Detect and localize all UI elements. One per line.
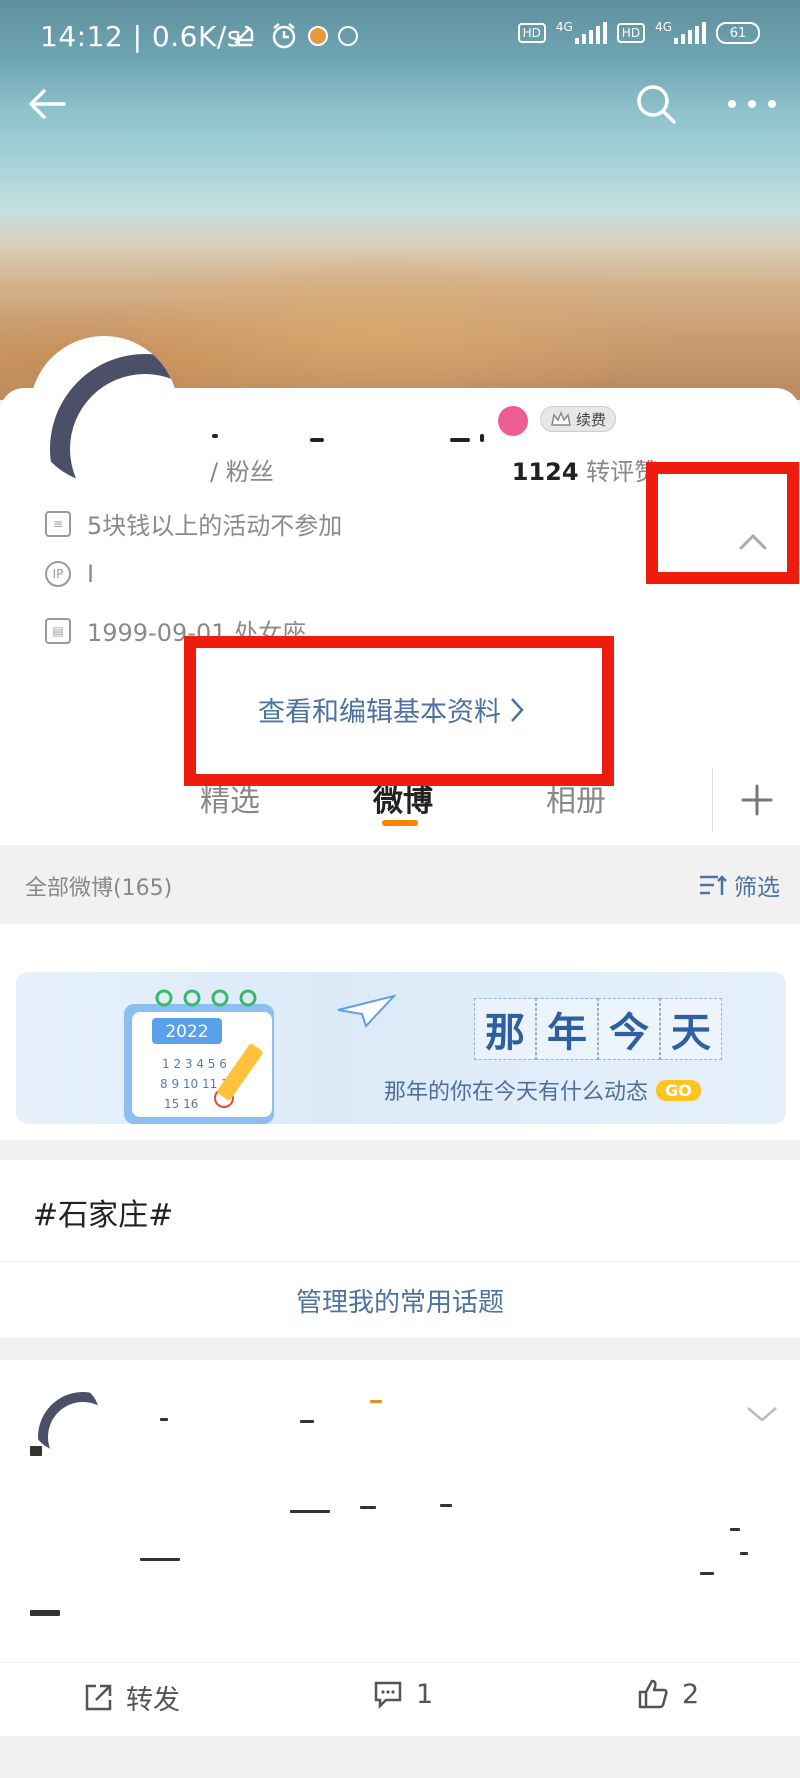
frequent-topics-section: #石家庄# 管理我的常用话题 xyxy=(0,1160,800,1338)
hd-icon-2: HD xyxy=(616,23,646,43)
interactions-count: 1124 xyxy=(511,458,579,486)
vip-renew-badge[interactable]: 续费 xyxy=(540,406,616,432)
ip-location-icon: IP xyxy=(45,561,71,587)
hd-icon: HD xyxy=(517,23,546,43)
ip-row: IP I xyxy=(45,560,94,588)
active-tab-indicator xyxy=(382,820,418,826)
weibo-post-card: 转发 1 2 xyxy=(0,1360,800,1736)
svg-text:15 16: 15 16 xyxy=(164,1097,198,1111)
title-char-1: 那 xyxy=(474,998,536,1060)
vip-renew-label: 续费 xyxy=(575,410,606,429)
add-tab-plus-icon[interactable] xyxy=(712,768,800,832)
on-this-day-banner[interactable]: 2022 1 2 3 4 5 6 8 9 10 11 12 15 16 那 年 … xyxy=(16,972,786,1124)
signal-icon-2 xyxy=(674,22,706,44)
app-notification-icon-2 xyxy=(338,26,358,46)
calendar-illustration: 2022 1 2 3 4 5 6 8 9 10 11 12 15 16 xyxy=(124,989,274,1124)
title-char-4: 天 xyxy=(660,998,722,1060)
network-type-1: 4G xyxy=(555,20,573,34)
verified-badge-icon[interactable] xyxy=(498,406,528,436)
followers-label: / 粉丝 xyxy=(210,458,274,486)
filter-icon xyxy=(700,875,727,895)
comment-button[interactable]: 1 xyxy=(372,1678,433,1710)
filter-label: 筛选 xyxy=(734,875,780,901)
svg-text:1 2 3 4 5 6: 1 2 3 4 5 6 xyxy=(162,1057,227,1071)
thumbs-up-icon xyxy=(638,1679,668,1709)
bio-icon: ≡ xyxy=(45,510,71,537)
status-icons-left xyxy=(230,22,358,50)
manage-topics-link[interactable]: 管理我的常用话题 xyxy=(0,1282,800,1319)
all-weibo-count: 全部微博(165) xyxy=(25,876,173,901)
signal-icon xyxy=(574,22,607,44)
feed-gap xyxy=(0,1736,800,1778)
title-char-2: 年 xyxy=(536,998,598,1060)
banner-subtitle: 那年的你在今天有什么动态 xyxy=(384,1080,649,1105)
calendar-year: 2022 xyxy=(165,1022,208,1042)
topic-tag[interactable]: #石家庄# xyxy=(33,1190,173,1234)
profile-stats[interactable]: / 粉丝 1124 转评赞 xyxy=(210,452,658,487)
repost-label: 转发 xyxy=(126,1685,180,1716)
more-options-icon[interactable] xyxy=(722,80,782,128)
status-time: 14:12 | 0.6K/s xyxy=(40,20,242,53)
status-icons-right: HD 4G HD 4G 61 xyxy=(517,20,760,44)
status-bar: 14:12 | 0.6K/s HD 4G HD 4G 61 xyxy=(0,0,800,74)
battery-icon: 61 xyxy=(716,22,760,44)
repost-icon xyxy=(85,1684,112,1710)
banner-subtitle-row: 那年的你在今天有什么动态 GO xyxy=(384,1074,701,1106)
crown-icon xyxy=(551,411,571,426)
repost-button[interactable]: 转发 xyxy=(82,1678,180,1717)
avatar[interactable] xyxy=(30,336,178,484)
bio-text: 5块钱以上的活动不参加 xyxy=(87,512,343,540)
ip-text: I xyxy=(87,560,95,588)
highlight-box-edit-profile xyxy=(184,636,614,786)
like-button[interactable]: 2 xyxy=(636,1678,699,1710)
bio-row: ≡ 5块钱以上的活动不参加 xyxy=(45,506,342,541)
post-menu-chevron-icon[interactable] xyxy=(745,1404,779,1424)
banner-section: 2022 1 2 3 4 5 6 8 9 10 11 12 15 16 那 年 … xyxy=(0,924,800,1140)
back-arrow-icon[interactable] xyxy=(24,80,72,128)
alarm-clock-icon xyxy=(272,23,296,49)
paper-plane-icon xyxy=(337,994,396,1028)
like-count: 2 xyxy=(682,1678,700,1710)
mute-alarm-icon xyxy=(234,25,254,47)
post-divider xyxy=(0,1662,800,1663)
comment-count: 1 xyxy=(416,1678,434,1710)
title-char-3: 今 xyxy=(598,998,660,1060)
divider xyxy=(0,1261,800,1262)
feed-filter-bar: 全部微博(165) 筛选 xyxy=(0,848,800,924)
search-icon[interactable] xyxy=(632,80,680,128)
app-notification-icon xyxy=(308,26,328,46)
go-button[interactable]: GO xyxy=(656,1079,701,1101)
highlight-box-collapse xyxy=(646,462,799,584)
on-this-day-title: 那 年 今 天 xyxy=(474,998,722,1060)
network-type-2: 4G xyxy=(655,20,672,34)
calendar-icon: ▤ xyxy=(45,617,71,644)
filter-button[interactable]: 筛选 xyxy=(698,868,780,902)
comment-icon xyxy=(374,1681,402,1710)
post-author-avatar[interactable] xyxy=(30,1382,100,1452)
